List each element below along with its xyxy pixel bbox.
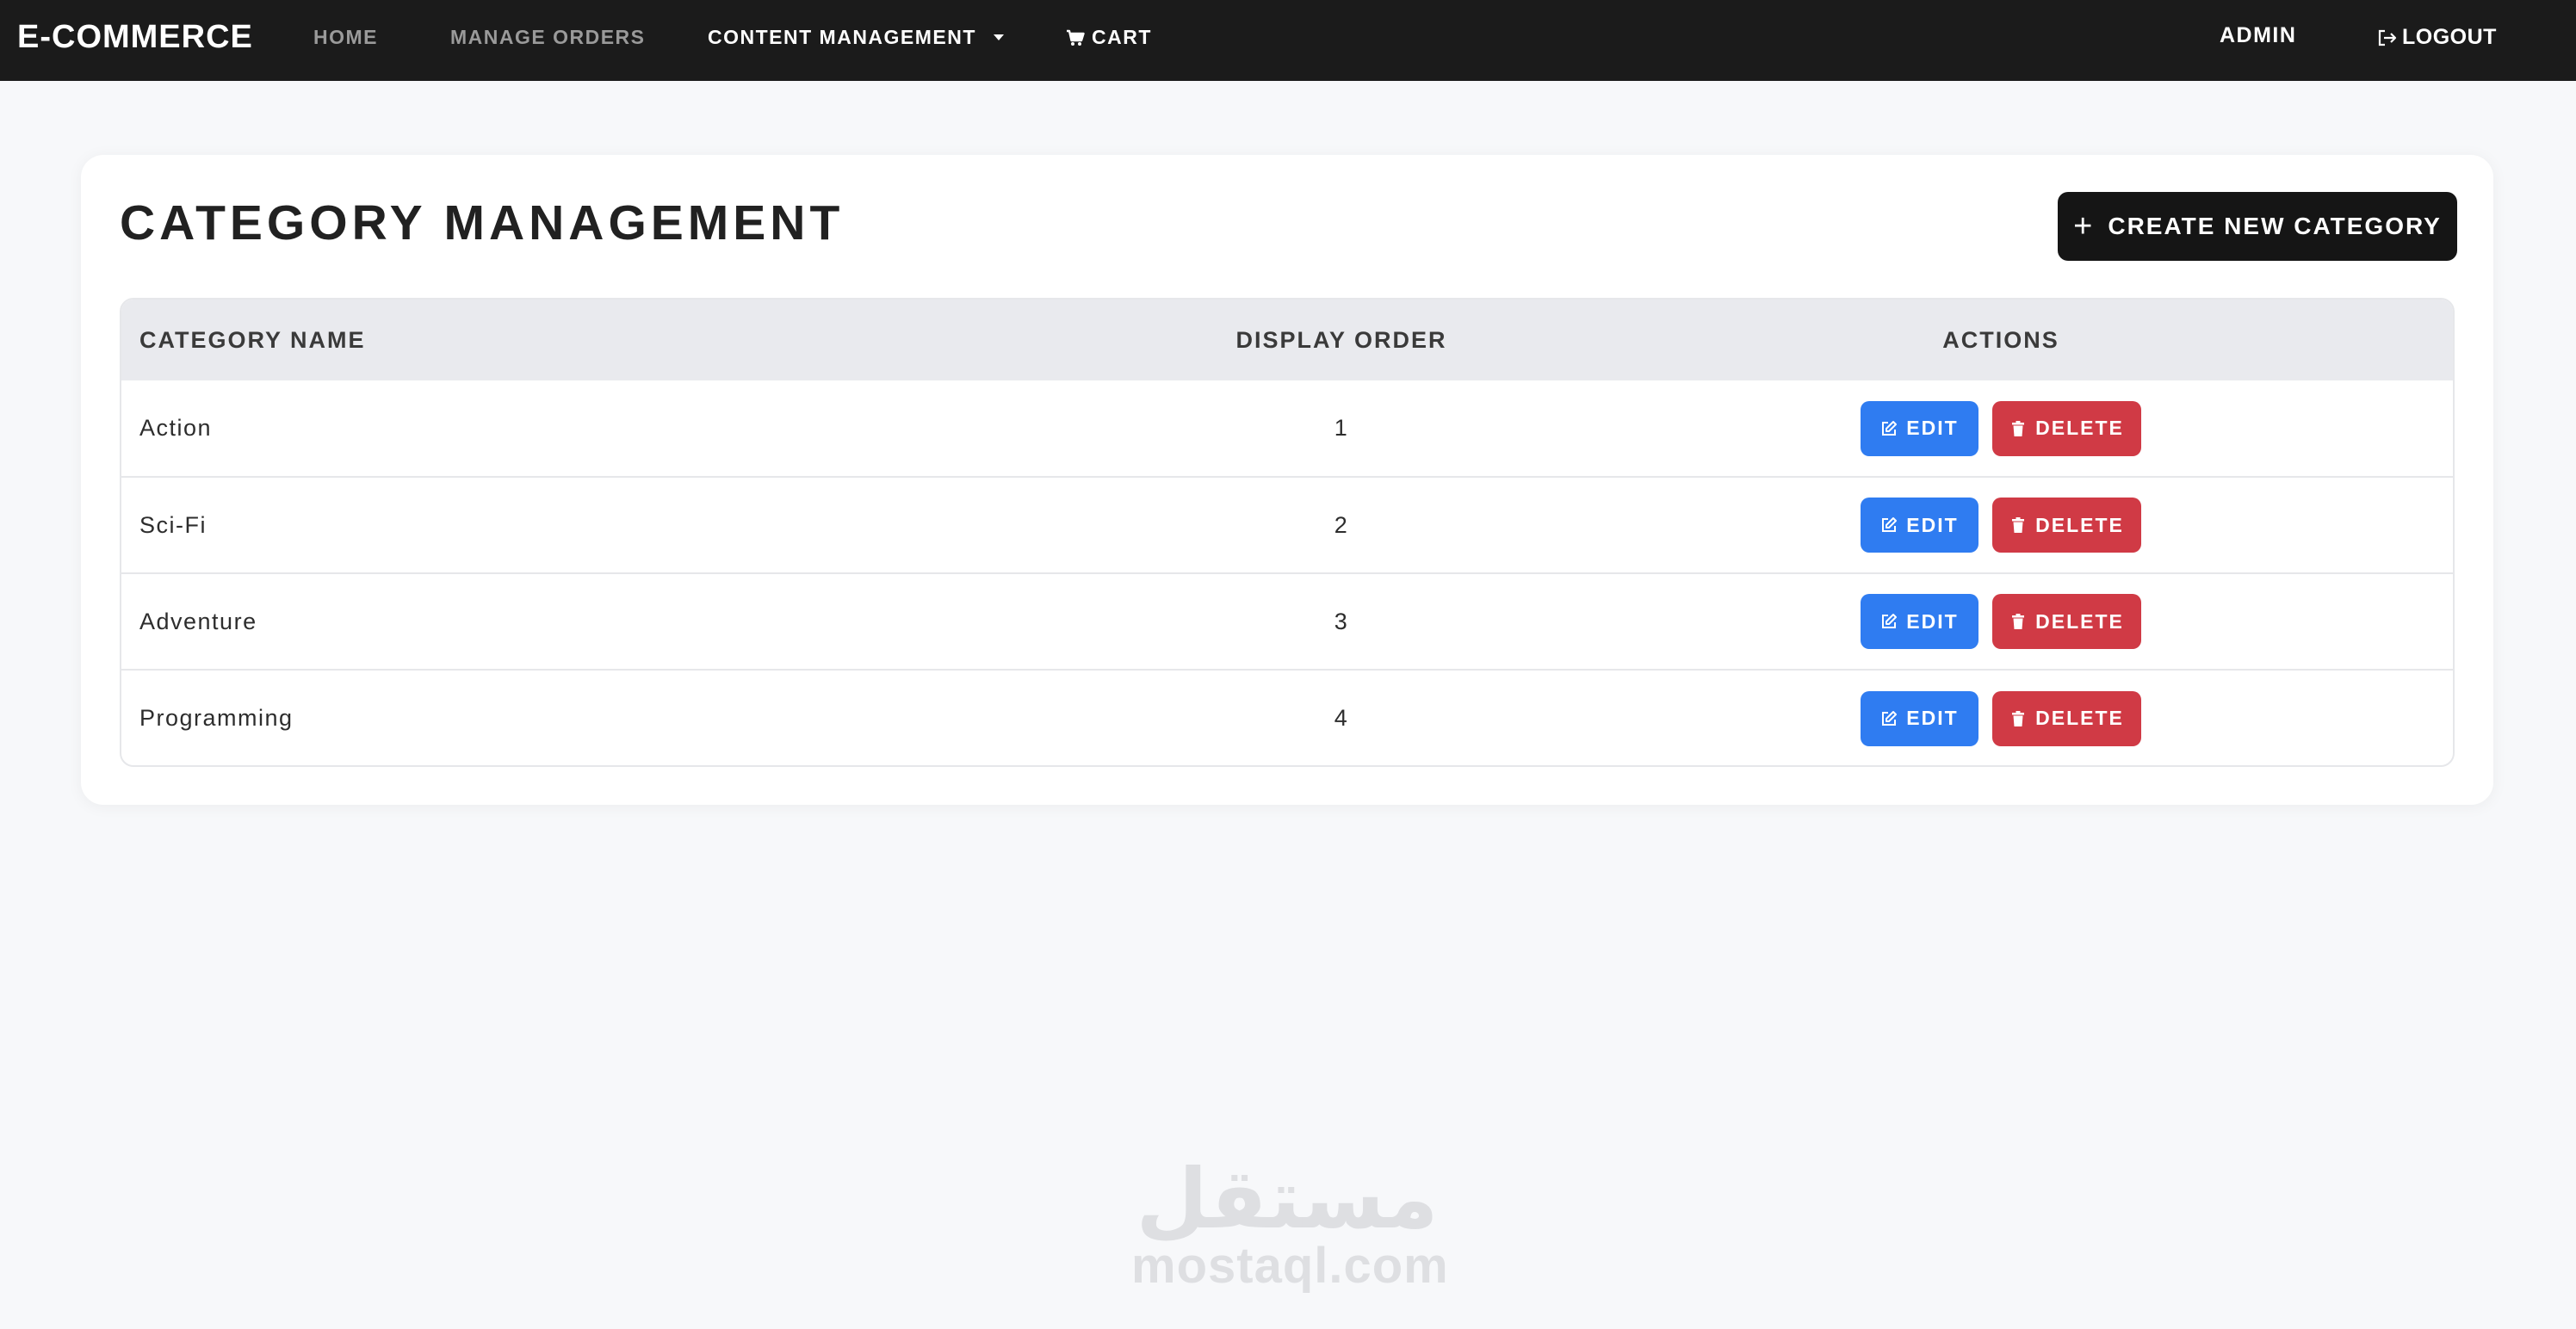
actions-cell: EDIT DELETE [1549,380,2453,477]
display-order-cell: 4 [1334,705,1349,731]
nav-cart[interactable]: CART [1066,26,1152,49]
cart-icon [1067,29,1085,46]
header-display-order: DISPLAY ORDER [1235,326,1447,353]
header-actions: ACTIONS [1942,326,2059,353]
category-table-container: CATEGORY NAME DISPLAY ORDER ACTIONS Acti… [120,298,2455,767]
display-order-cell: 1 [1334,415,1349,441]
nav-home-label: HOME [313,26,378,48]
edit-label: EDIT [1906,609,1959,633]
table-row: Sci-Fi 2 EDIT DELETE [121,477,2453,573]
delete-label: DELETE [2035,513,2124,536]
delete-button[interactable]: DELETE [1992,400,2141,456]
edit-button[interactable]: EDIT [1861,498,1978,553]
edit-button[interactable]: EDIT [1861,400,1978,456]
table-row: Programming 4 EDIT DELETE [121,670,2453,765]
create-new-category-button[interactable]: + CREATE NEW CATEGORY [2058,192,2457,261]
plus-icon: + [2073,208,2095,244]
page-title: CATEGORY MANAGEMENT [120,195,845,250]
actions-cell: EDIT DELETE [1549,573,2453,670]
display-order-cell: 3 [1334,608,1349,634]
edit-icon [1882,710,1898,726]
category-name-cell: Programming [139,705,294,731]
nav-manage-orders-label: MANAGE ORDERS [450,26,646,48]
category-name-cell: Adventure [139,608,257,634]
watermark-arabic-logo: مستقل [1136,1151,1439,1247]
edit-label: EDIT [1906,707,1959,729]
logout-button[interactable]: LOGOUT [2376,25,2497,50]
logout-icon [2378,29,2397,46]
table-row: Adventure 3 EDIT DELETE [121,573,2453,670]
delete-button[interactable]: DELETE [1992,594,2141,649]
navbar: E-COMMERCE HOME MANAGE ORDERS CONTENT MA… [0,0,2576,81]
category-table: CATEGORY NAME DISPLAY ORDER ACTIONS Acti… [121,300,2453,765]
nav-content-management-label: CONTENT MANAGEMENT [708,26,976,48]
header-category-name: CATEGORY NAME [139,326,366,353]
nav-cart-label: CART [1092,26,1152,48]
table-header-row: CATEGORY NAME DISPLAY ORDER ACTIONS [121,300,2453,380]
watermark-latin-text: mostaql.com [1131,1238,1449,1294]
actions-cell: EDIT DELETE [1549,477,2453,573]
edit-icon [1882,420,1898,436]
edit-label: EDIT [1906,513,1959,536]
mostaql-watermark: مستقل mostaql.com [1131,1151,1449,1294]
trash-icon [2012,710,2025,726]
edit-label: EDIT [1906,417,1959,439]
logout-label: LOGOUT [2402,25,2497,49]
category-name-cell: Action [139,415,213,441]
trash-icon [2012,420,2025,436]
nav-admin-user[interactable]: ADMIN [2220,23,2296,48]
delete-label: DELETE [2035,609,2124,633]
edit-icon [1882,614,1898,628]
actions-cell: EDIT DELETE [1549,670,2453,765]
category-name-cell: Sci-Fi [139,511,207,538]
nav-manage-orders[interactable]: MANAGE ORDERS [450,26,646,49]
edit-icon [1882,517,1898,532]
nav-content-management-dropdown[interactable]: CONTENT MANAGEMENT [708,26,1004,49]
nav-home[interactable]: HOME [313,26,378,49]
delete-label: DELETE [2035,707,2124,729]
trash-icon [2012,517,2025,533]
create-new-category-label: CREATE NEW CATEGORY [2108,213,2442,239]
table-row: Action 1 EDIT DELETE [121,380,2453,477]
nav-admin-label: ADMIN [2220,23,2297,47]
chevron-down-icon [993,34,1004,40]
edit-button[interactable]: EDIT [1861,594,1978,649]
delete-button[interactable]: DELETE [1992,690,2141,746]
edit-button[interactable]: EDIT [1861,690,1978,746]
brand-logo[interactable]: E-COMMERCE [17,19,253,56]
display-order-cell: 2 [1334,511,1349,538]
delete-label: DELETE [2035,417,2124,439]
category-management-card: CATEGORY MANAGEMENT + CREATE NEW CATEGOR… [81,155,2493,805]
delete-button[interactable]: DELETE [1992,498,2141,553]
trash-icon [2012,614,2025,629]
